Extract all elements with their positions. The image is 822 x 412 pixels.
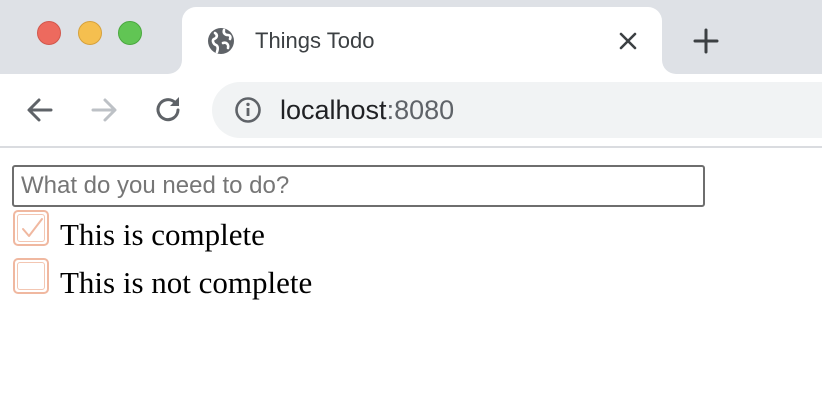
todo-label: This is complete	[60, 217, 265, 252]
forward-arrow-icon[interactable]	[88, 94, 120, 126]
checkmark-icon	[22, 218, 43, 237]
todo-label: This is not complete	[60, 265, 313, 300]
browser-tab-active[interactable]: Things Todo	[182, 7, 662, 74]
tab-title: Things Todo	[255, 28, 375, 53]
todo-item: This is complete	[12, 210, 512, 252]
plus-icon[interactable]	[692, 27, 720, 55]
info-icon[interactable]	[234, 96, 262, 124]
new-todo-input[interactable]	[12, 165, 705, 207]
tab-strip: Things Todo	[0, 0, 822, 74]
page-content: This is complete This is not complete	[0, 148, 822, 412]
todo-checkbox-unchecked[interactable]	[13, 258, 49, 294]
url-host: localhost	[280, 95, 387, 125]
window-close-button[interactable]	[37, 21, 61, 45]
address-bar[interactable]: localhost:8080	[212, 82, 822, 138]
todo-checkbox-checked[interactable]	[13, 210, 49, 246]
reload-icon[interactable]	[152, 94, 184, 126]
browser-toolbar: localhost:8080	[0, 74, 822, 148]
window-minimize-button[interactable]	[78, 21, 102, 45]
window-maximize-button[interactable]	[118, 21, 142, 45]
url-text[interactable]: localhost:8080	[280, 95, 454, 125]
url-port: :8080	[386, 95, 455, 125]
back-arrow-icon[interactable]	[24, 94, 56, 126]
close-icon[interactable]	[616, 29, 640, 53]
todo-item: This is not complete	[12, 258, 512, 300]
globe-icon	[208, 28, 234, 54]
